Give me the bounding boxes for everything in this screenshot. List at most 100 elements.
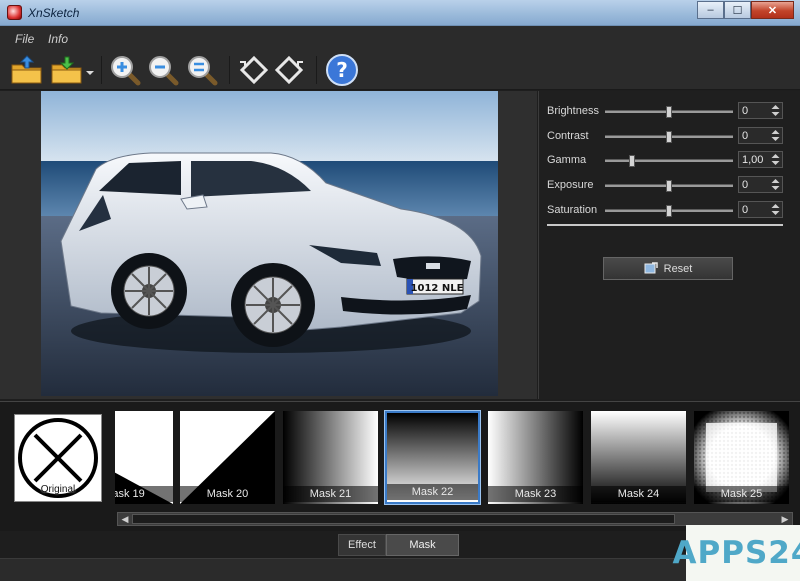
spin-arrows-icon[interactable] bbox=[770, 203, 781, 216]
mask-thumbnails: Mask 19 Mask 20 Mask 21 Mask 22 bbox=[115, 408, 800, 508]
exposure-spinbox[interactable]: 0 bbox=[738, 176, 783, 193]
panel-divider bbox=[547, 224, 783, 226]
rotate-left-button[interactable] bbox=[237, 53, 271, 87]
mask-label: Mask 25 bbox=[694, 486, 789, 502]
mask-label: Mask 23 bbox=[488, 486, 583, 502]
mask-label: Mask 19 bbox=[115, 486, 173, 502]
spin-arrows-icon[interactable] bbox=[770, 129, 781, 142]
menu-bar: File Info bbox=[0, 26, 800, 50]
canvas-area[interactable]: 1012 NLE bbox=[0, 91, 537, 399]
brightness-slider[interactable] bbox=[605, 106, 733, 118]
brightness-slider-thumb[interactable] bbox=[666, 106, 672, 118]
saturation-spinbox[interactable]: 0 bbox=[738, 201, 783, 218]
adjust-row-contrast: Contrast 0 bbox=[547, 126, 795, 146]
zoom-out-button[interactable] bbox=[146, 53, 180, 87]
save-button[interactable] bbox=[50, 53, 84, 87]
maximize-button[interactable]: ☐ bbox=[724, 1, 751, 19]
mask-thumbnail-24[interactable]: Mask 24 bbox=[591, 411, 686, 504]
save-dropdown-button[interactable] bbox=[84, 53, 96, 87]
adjust-row-brightness: Brightness 0 bbox=[547, 101, 795, 121]
license-plate-text: 1012 NLE bbox=[411, 283, 464, 294]
window-controls: – ☐ ✕ bbox=[697, 1, 794, 19]
close-button[interactable]: ✕ bbox=[751, 1, 794, 19]
exposure-slider[interactable] bbox=[605, 180, 733, 192]
contrast-label: Contrast bbox=[547, 130, 589, 142]
contrast-slider[interactable] bbox=[605, 131, 733, 143]
spin-arrows-icon[interactable] bbox=[770, 104, 781, 117]
zoom-fit-button[interactable] bbox=[185, 53, 219, 87]
contrast-slider-thumb[interactable] bbox=[666, 131, 672, 143]
scrollbar-thumb[interactable] bbox=[132, 514, 675, 524]
mask-label: Mask 21 bbox=[283, 486, 378, 502]
zoom-fit-icon bbox=[188, 56, 218, 86]
rotate-right-icon bbox=[274, 55, 304, 85]
mask-label: Mask 24 bbox=[591, 486, 686, 502]
toolbar-separator bbox=[229, 56, 230, 84]
spin-arrows-icon[interactable] bbox=[770, 178, 781, 191]
saturation-slider[interactable] bbox=[605, 205, 733, 217]
adjust-row-gamma: Gamma 1,00 bbox=[547, 150, 795, 170]
rotate-right-button[interactable] bbox=[272, 53, 306, 87]
brightness-value[interactable]: 0 bbox=[742, 105, 748, 117]
gamma-slider-thumb[interactable] bbox=[629, 155, 635, 167]
exposure-label: Exposure bbox=[547, 179, 594, 191]
title-bar: XnSketch – ☐ ✕ bbox=[0, 0, 800, 26]
car-photo: 1012 NLE bbox=[41, 91, 498, 396]
mask-thumbnail-21[interactable]: Mask 21 bbox=[283, 411, 378, 504]
gamma-value[interactable]: 1,00 bbox=[742, 154, 763, 166]
spin-arrows-icon[interactable] bbox=[770, 153, 781, 166]
toolbar: ? bbox=[0, 50, 800, 90]
original-label: Original bbox=[40, 484, 76, 495]
reset-button[interactable]: Reset bbox=[603, 257, 733, 280]
help-icon: ? bbox=[326, 54, 358, 86]
menu-info[interactable]: Info bbox=[48, 32, 68, 46]
mask-thumbnail-25[interactable]: Mask 25 bbox=[694, 411, 789, 504]
mask-thumbnail-23[interactable]: Mask 23 bbox=[488, 411, 583, 504]
reset-label: Reset bbox=[663, 262, 693, 275]
help-button[interactable]: ? bbox=[325, 53, 359, 87]
menu-file[interactable]: File bbox=[15, 32, 34, 46]
exposure-value[interactable]: 0 bbox=[742, 179, 748, 191]
saturation-slider-thumb[interactable] bbox=[666, 205, 672, 217]
zoom-in-icon bbox=[111, 56, 141, 86]
photo-preview[interactable]: 1012 NLE bbox=[41, 91, 498, 396]
mask-label: Mask 22 bbox=[387, 484, 478, 500]
adjustments-panel: Brightness 0 Contrast 0 Gamma 1,00 Expos… bbox=[538, 91, 800, 399]
zoom-in-button[interactable] bbox=[108, 53, 142, 87]
contrast-value[interactable]: 0 bbox=[742, 130, 748, 142]
watermark: APPS24 bbox=[673, 525, 800, 581]
mask-thumbnail-20[interactable]: Mask 20 bbox=[180, 411, 275, 504]
mask-thumbnail-19[interactable]: Mask 19 bbox=[115, 411, 173, 504]
zoom-out-icon bbox=[149, 56, 179, 86]
scroll-left-arrow[interactable]: ◀ bbox=[119, 514, 131, 525]
exposure-slider-thumb[interactable] bbox=[666, 180, 672, 192]
folder-save-icon bbox=[51, 56, 82, 84]
scroll-right-arrow[interactable]: ▶ bbox=[779, 514, 791, 525]
original-thumbnail[interactable]: Original bbox=[14, 414, 102, 502]
chevron-down-icon bbox=[86, 71, 94, 75]
minimize-button[interactable]: – bbox=[697, 1, 724, 19]
contrast-spinbox[interactable]: 0 bbox=[738, 127, 783, 144]
tab-effect[interactable]: Effect bbox=[338, 534, 386, 556]
adjust-row-exposure: Exposure 0 bbox=[547, 175, 795, 195]
mask-label: Mask 20 bbox=[180, 486, 275, 502]
watermark-text: APPS24 bbox=[672, 535, 800, 571]
rotate-left-icon bbox=[239, 55, 269, 85]
brightness-label: Brightness bbox=[547, 105, 599, 117]
saturation-label: Saturation bbox=[547, 204, 598, 216]
gamma-slider[interactable] bbox=[605, 155, 733, 167]
folder-open-icon bbox=[11, 55, 42, 84]
thumbnail-scrollbar[interactable]: ◀ ▶ bbox=[117, 512, 793, 526]
mask-thumbnail-22[interactable]: Mask 22 bbox=[385, 411, 480, 504]
brightness-spinbox[interactable]: 0 bbox=[738, 102, 783, 119]
gamma-spinbox[interactable]: 1,00 bbox=[738, 151, 783, 168]
app-icon bbox=[7, 5, 22, 20]
adjust-row-saturation: Saturation 0 bbox=[547, 200, 795, 220]
window-title: XnSketch bbox=[28, 6, 80, 20]
open-button[interactable] bbox=[10, 53, 44, 87]
reset-icon bbox=[644, 262, 658, 274]
saturation-value[interactable]: 0 bbox=[742, 204, 748, 216]
tab-mask[interactable]: Mask bbox=[386, 534, 459, 556]
toolbar-separator bbox=[101, 56, 102, 84]
toolbar-separator bbox=[316, 56, 317, 84]
